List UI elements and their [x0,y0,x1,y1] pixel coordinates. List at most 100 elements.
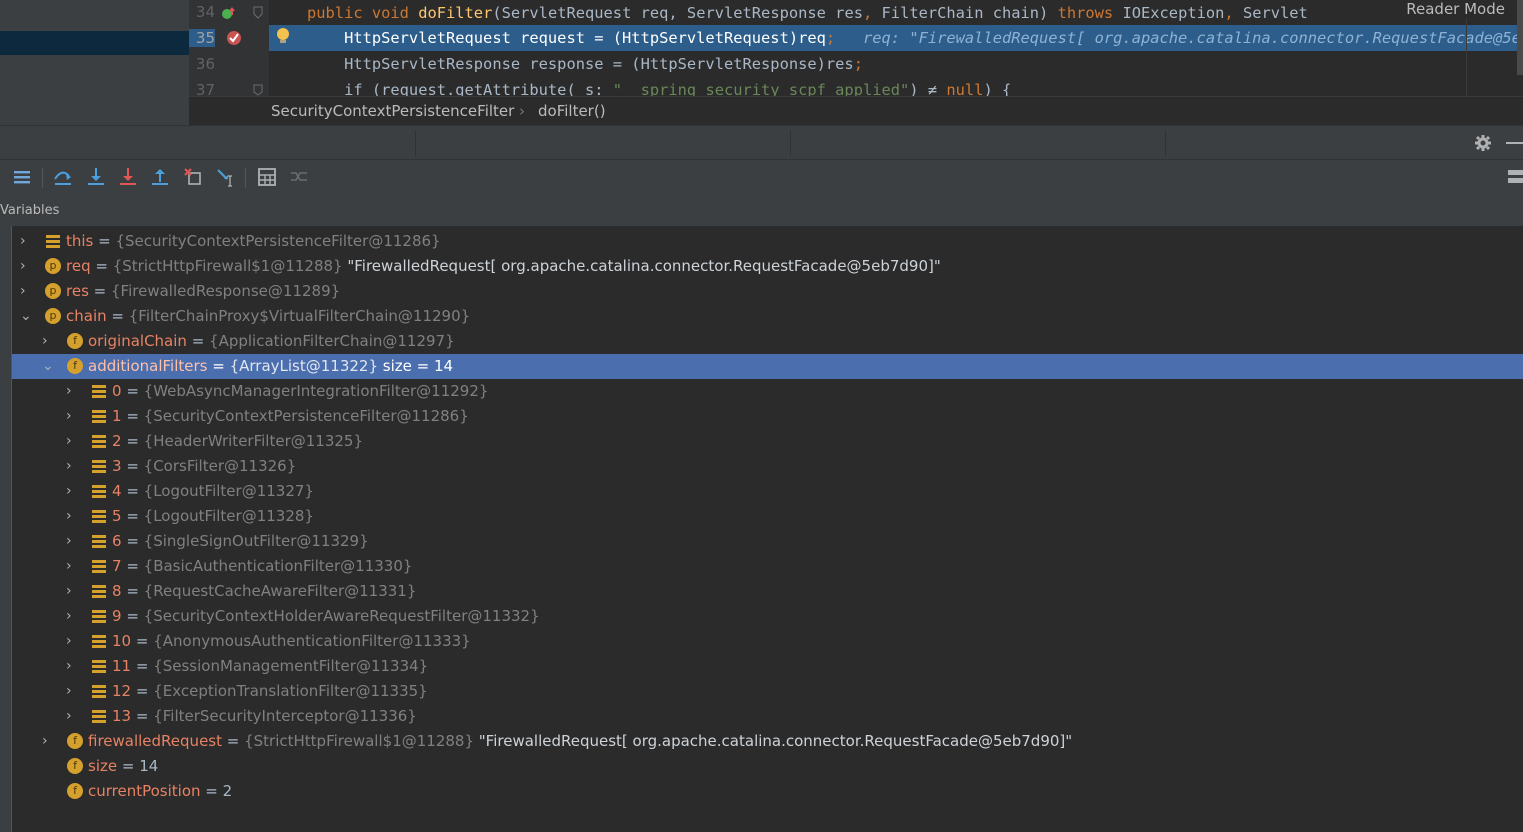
collapse-arrow-icon[interactable]: ⌄ [42,354,56,379]
force-step-into-icon[interactable] [117,166,139,188]
field-icon: f [67,333,83,349]
variable-text: 9 = {SecurityContextHolderAwareRequestFi… [112,604,540,629]
expand-arrow-icon[interactable]: › [66,604,80,629]
equals-sign: = [131,657,154,675]
layout-icon[interactable] [1508,169,1523,184]
variable-row-this[interactable]: › this = {SecurityContextPersistenceFilte… [12,229,1523,254]
expand-arrow-icon[interactable]: › [66,504,80,529]
variable-row-chain[interactable]: ⌄ p chain = {FilterChainProxy$VirtualFilte… [12,304,1523,329]
editor-gutter[interactable]: 34 35 36 37 [189,0,269,96]
array-element-icon [91,408,107,424]
variable-name: 8 [112,582,122,600]
expand-arrow-icon[interactable]: › [42,729,56,754]
variable-row-13[interactable]: › 13 = {FilterSecurityInterceptor@11336} [12,704,1523,729]
breakpoint-icon[interactable] [226,29,244,47]
variable-row-res[interactable]: › p res = {FirewalledResponse@11289} [12,279,1523,304]
minimize-icon[interactable] [1506,142,1523,145]
variable-row-6[interactable]: › 6 = {SingleSignOutFilter@11329} [12,529,1523,554]
gear-icon[interactable] [1474,134,1492,152]
code-token: ; [825,29,836,47]
step-over-icon[interactable] [52,166,74,188]
editor-scrollbar[interactable] [1517,0,1523,75]
debug-toolbar [0,159,1523,195]
collapse-arrow-icon[interactable]: ⌄ [20,304,34,329]
show-execution-point-icon[interactable] [11,166,33,188]
trace-stream-icon[interactable] [288,166,310,188]
expand-arrow-icon[interactable]: › [66,404,80,429]
code-editor[interactable]: 34 35 36 37 public void doFilter(Servlet… [189,0,1523,96]
variable-row-3[interactable]: › 3 = {CorsFilter@11326} [12,454,1523,479]
code-line-37: if (request.getAttribute( s: "__spring_s… [307,77,1011,96]
variable-row-10[interactable]: › 10 = {AnonymousAuthenticationFilter@113… [12,629,1523,654]
variable-text: req = {StrictHttpFirewall$1@11288} "Fire… [66,254,941,279]
intention-bulb-icon[interactable] [275,27,291,47]
step-into-icon[interactable] [85,166,107,188]
variable-row-1[interactable]: › 1 = {SecurityContextPersistenceFilter@1… [12,404,1523,429]
variable-name: originalChain [88,332,187,350]
reader-mode-toggle[interactable]: Reader Mode [1400,0,1511,18]
variable-row-firewalledRequest[interactable]: › f firewalledRequest = {StrictHttpFirewal… [12,729,1523,754]
variable-name: this [66,232,94,250]
variable-row-11[interactable]: › 11 = {SessionManagementFilter@11334} [12,654,1523,679]
variables-tree[interactable]: › this = {SecurityContextPersistenceFilte… [12,229,1523,832]
variable-row-4[interactable]: › 4 = {LogoutFilter@11327} [12,479,1523,504]
evaluate-expression-icon[interactable] [256,166,278,188]
expand-arrow-icon[interactable]: › [66,429,80,454]
run-to-cursor-icon[interactable] [215,166,237,188]
expand-arrow-icon[interactable]: › [20,229,34,254]
code-line-35: HttpServletRequest request = (HttpServle… [307,25,1523,51]
drop-frame-icon[interactable] [182,166,204,188]
expand-arrow-icon[interactable]: › [42,329,56,354]
expand-arrow-icon[interactable]: › [66,479,80,504]
variable-reference: {StrictHttpFirewall$1@11288} [112,257,343,275]
expand-arrow-icon[interactable]: › [66,529,80,554]
variable-row-0[interactable]: › 0 = {WebAsyncManagerIntegrationFilter@1… [12,379,1523,404]
variable-row-size[interactable]: f size = 14 [12,754,1523,779]
expand-arrow-icon[interactable]: › [66,704,80,729]
breadcrumb-method[interactable]: doFilter() [538,102,606,120]
expand-arrow-icon[interactable]: › [66,679,80,704]
equals-sign: = [131,707,154,725]
variable-row-additionalFilters[interactable]: ⌄ f additionalFilters = {ArrayList@11322} … [12,354,1523,379]
equals-sign: = [121,432,144,450]
expand-arrow-icon[interactable]: › [66,379,80,404]
variable-row-7[interactable]: › 7 = {BasicAuthenticationFilter@11330} [12,554,1523,579]
fold-icon[interactable] [252,84,264,96]
variable-row-currentPosition[interactable]: f currentPosition = 2 [12,779,1523,804]
variable-row-originalChain[interactable]: › f originalChain = {ApplicationFilterChai… [12,329,1523,354]
tab-divider [415,130,416,156]
expand-arrow-icon[interactable]: › [66,629,80,654]
variable-value: 2 [222,782,233,800]
variable-reference: {SecurityContextHolderAwareRequestFilter… [143,607,540,625]
variable-row-9[interactable]: › 9 = {SecurityContextHolderAwareRequestF… [12,604,1523,629]
expand-arrow-icon[interactable]: › [66,554,80,579]
expand-arrow-icon[interactable]: › [66,579,80,604]
code-token: (ServletRequest req, ServletResponse res [492,4,863,22]
array-element-icon [91,458,107,474]
variable-row-5[interactable]: › 5 = {LogoutFilter@11328} [12,504,1523,529]
breadcrumb-class[interactable]: SecurityContextPersistenceFilter [271,102,514,120]
fold-icon[interactable] [252,6,264,20]
variable-text: 10 = {AnonymousAuthenticationFilter@1133… [112,629,471,654]
breadcrumb: SecurityContextPersistenceFilter › doFil… [189,96,1523,126]
variable-row-12[interactable]: › 12 = {ExceptionTranslationFilter@11335} [12,679,1523,704]
parameter-icon: p [45,308,61,324]
variable-name: 7 [112,557,122,575]
variable-reference: {AnonymousAuthenticationFilter@11333} [153,632,471,650]
expand-arrow-icon[interactable]: › [20,279,34,304]
variable-row-8[interactable]: › 8 = {RequestCacheAwareFilter@11331} [12,579,1523,604]
variable-row-2[interactable]: › 2 = {HeaderWriterFilter@11325} [12,429,1523,454]
variable-row-req[interactable]: › p req = {StrictHttpFirewall$1@11288} "Fi… [12,254,1523,279]
expand-arrow-icon[interactable]: › [20,254,34,279]
variable-name: res [66,282,89,300]
expand-arrow-icon[interactable]: › [66,654,80,679]
equals-sign: = [106,307,129,325]
override-method-icon[interactable] [221,5,237,21]
step-out-icon[interactable] [149,166,171,188]
variable-text: chain = {FilterChainProxy$VirtualFilterC… [66,304,470,329]
variable-value: "FirewalledRequest[ org.apache.catalina.… [342,257,941,275]
code-token: FilterChain chain) [881,4,1058,22]
variable-reference: {WebAsyncManagerIntegrationFilter@11292} [143,382,489,400]
field-icon: f [67,783,83,799]
expand-arrow-icon[interactable]: › [66,454,80,479]
